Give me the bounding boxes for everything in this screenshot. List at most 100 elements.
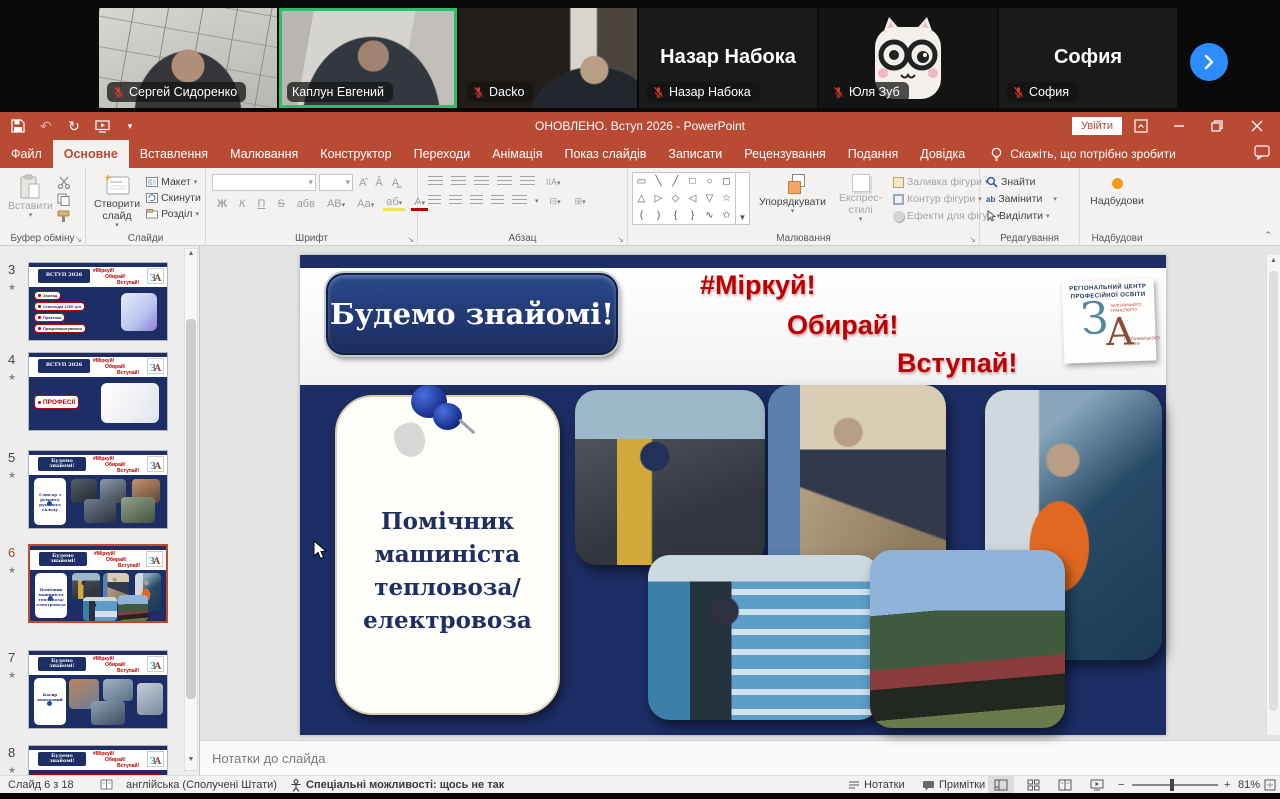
find-button[interactable]: Знайти (984, 175, 1075, 189)
character-spacing-button[interactable]: АВ▾ (324, 198, 348, 210)
slide-canvas[interactable]: Будемо знайомі! #Міркуй! Обирай! Вступай… (300, 255, 1166, 735)
minimize-button[interactable] (1162, 112, 1196, 140)
tab-file[interactable]: Файл (0, 140, 53, 168)
italic-button[interactable]: К (236, 198, 248, 210)
accessibility-status[interactable]: Спеціальні можливості: щось не так (306, 776, 504, 794)
font-size-combo[interactable]: ▾ (319, 174, 353, 191)
slide-thumbnail-3[interactable]: ВСТУП 2026 #Міркуй!Обирай!Вступай! ЗА За… (28, 262, 168, 341)
tab-home[interactable]: Основне (53, 140, 129, 168)
underline-button[interactable]: П (254, 198, 268, 210)
collapse-ribbon-button[interactable]: ⌃ (1264, 230, 1272, 241)
zoom-in-button[interactable]: + (1224, 776, 1230, 794)
clipboard-dialog-launcher[interactable]: ↘ (75, 235, 82, 244)
profession-card[interactable]: Помічник машиніста тепловоза/ електровоз… (335, 395, 560, 715)
numbering-icon[interactable] (451, 176, 466, 188)
tab-transitions[interactable]: Переходи (403, 140, 482, 168)
zoom-slider[interactable] (1132, 776, 1218, 794)
participant-tile-kaplun[interactable]: Каплун Евгений (279, 8, 457, 108)
restore-button[interactable] (1200, 112, 1234, 140)
accessibility-icon[interactable] (290, 776, 302, 794)
align-text-icon[interactable]: ⊟▾ (547, 196, 564, 207)
bold-button[interactable]: Ж (214, 198, 230, 210)
slideshow-view-button[interactable] (1084, 776, 1110, 794)
slide-thumbnail-4[interactable]: ВСТУП 2026 #Міркуй!Обирай!Вступай! ЗА ПР… (28, 352, 168, 431)
normal-view-button[interactable] (988, 776, 1014, 794)
cut-icon[interactable] (57, 176, 71, 189)
paragraph-dialog-launcher[interactable]: ↘ (617, 235, 624, 244)
paste-button[interactable]: Вставити▾ (4, 172, 57, 223)
animation-star-icon[interactable]: ★ (8, 372, 16, 383)
smartart-convert-icon[interactable]: ⊞▾ (572, 196, 589, 207)
replace-button[interactable]: abЗамінити▾ (984, 192, 1075, 206)
tab-view[interactable]: Подання (837, 140, 909, 168)
tab-draw[interactable]: Малювання (219, 140, 309, 168)
arrange-button[interactable]: Упорядкувати▾ (755, 172, 830, 218)
font-name-combo[interactable]: ▾ (212, 174, 316, 191)
increase-font-icon[interactable]: А̂ (356, 177, 369, 189)
notes-pane[interactable]: Нотатки до слайда (200, 740, 1280, 775)
tab-review[interactable]: Рецензування (733, 140, 836, 168)
change-case-button[interactable]: Аа▾ (354, 198, 377, 210)
tab-slideshow[interactable]: Показ слайдів (554, 140, 658, 168)
highlight-color-button[interactable]: аб▾ (383, 196, 405, 211)
strikethrough-button[interactable]: S (274, 198, 287, 210)
thumbnail-scrollbar[interactable]: ▲ ▼ (184, 248, 198, 771)
tab-record[interactable]: Записати (657, 140, 733, 168)
tell-me-search[interactable]: Скажіть, що потрібно зробити (990, 140, 1176, 168)
format-painter-icon[interactable] (57, 210, 70, 223)
tab-animations[interactable]: Анімація (481, 140, 553, 168)
participant-tile-nazar[interactable]: Назар Набока Назар Набока (639, 8, 817, 108)
text-shadow-button[interactable]: абв (294, 198, 318, 210)
participant-tile-sofia[interactable]: София София (999, 8, 1177, 108)
animation-star-icon[interactable]: ★ (8, 565, 16, 576)
notes-toggle[interactable]: Нотатки (848, 776, 905, 794)
align-right-icon[interactable] (470, 195, 483, 207)
tab-help[interactable]: Довідка (909, 140, 976, 168)
justify-icon[interactable] (491, 195, 504, 207)
feedback-comment-icon[interactable] (1254, 145, 1270, 165)
new-slide-button[interactable]: Створити слайд▾ (90, 172, 144, 232)
align-center-icon[interactable] (449, 195, 462, 207)
comments-toggle[interactable]: Примітки (922, 776, 985, 794)
next-participants-button[interactable] (1190, 43, 1228, 81)
reset-button[interactable]: Скинути (144, 191, 203, 205)
scroll-up-icon[interactable]: ▲ (185, 250, 197, 263)
zoom-level[interactable]: 81% (1238, 776, 1260, 794)
editor-scrollbar[interactable]: ▲ (1266, 255, 1280, 735)
decrease-font-icon[interactable]: А̌ (372, 177, 385, 189)
slide-thumbnail-6-selected[interactable]: Будемо знайомі! #Міркуй!Обирай!Вступай! … (28, 544, 168, 623)
animation-star-icon[interactable]: ★ (8, 765, 16, 775)
animation-star-icon[interactable]: ★ (8, 282, 16, 293)
shapes-more-button[interactable]: ▼ (735, 173, 749, 224)
scroll-up-icon[interactable]: ▲ (1267, 257, 1280, 264)
participant-tile-sergey[interactable]: Сергей Сидоренко (99, 8, 277, 108)
slide-thumbnail-7[interactable]: Будемо знайомі! #Міркуй!Обирай!Вступай! … (28, 650, 168, 729)
slide-sorter-view-button[interactable] (1020, 776, 1046, 794)
addins-button[interactable]: Надбудови (1084, 172, 1150, 209)
participant-tile-dacko[interactable]: Dacko (459, 8, 637, 108)
ribbon-display-options-button[interactable] (1124, 112, 1158, 140)
participant-tile-yulia[interactable]: Юля Зуб (819, 8, 997, 108)
proofing-icon[interactable] (100, 776, 113, 794)
font-dialog-launcher[interactable]: ↘ (407, 235, 414, 244)
drawing-dialog-launcher[interactable]: ↘ (969, 235, 976, 244)
quick-styles-button[interactable]: Експрес-стилі▾ (835, 172, 886, 226)
language-indicator[interactable]: англійська (Сполучені Штати) (126, 776, 277, 794)
sign-in-button[interactable]: Увійти (1072, 117, 1122, 135)
scrollbar-thumb[interactable] (186, 319, 196, 699)
close-button[interactable] (1240, 112, 1274, 140)
text-direction-icon[interactable]: ІІА▾ (543, 177, 564, 187)
clear-formatting-icon[interactable]: А͇ (389, 177, 402, 189)
zoom-out-button[interactable]: − (1118, 776, 1124, 794)
scrollbar-thumb[interactable] (1269, 271, 1278, 711)
shapes-gallery[interactable]: ▭╲╱□○◻ △▷◇◁▽☆ (){}∿✩ ▼ (632, 172, 750, 225)
slide-title-shape[interactable]: Будемо знайомі! (326, 273, 618, 355)
animation-star-icon[interactable]: ★ (8, 670, 16, 681)
layout-button[interactable]: Макет▾ (144, 175, 203, 189)
increase-indent-icon[interactable] (497, 176, 512, 188)
select-button[interactable]: Виділити▾ (984, 209, 1075, 223)
tab-insert[interactable]: Вставлення (129, 140, 219, 168)
decrease-indent-icon[interactable] (474, 176, 489, 188)
bullets-icon[interactable] (428, 176, 443, 188)
slide-thumbnail-8[interactable]: Будемо знайомі! #Міркуй!Обирай!Вступай! … (28, 745, 168, 775)
